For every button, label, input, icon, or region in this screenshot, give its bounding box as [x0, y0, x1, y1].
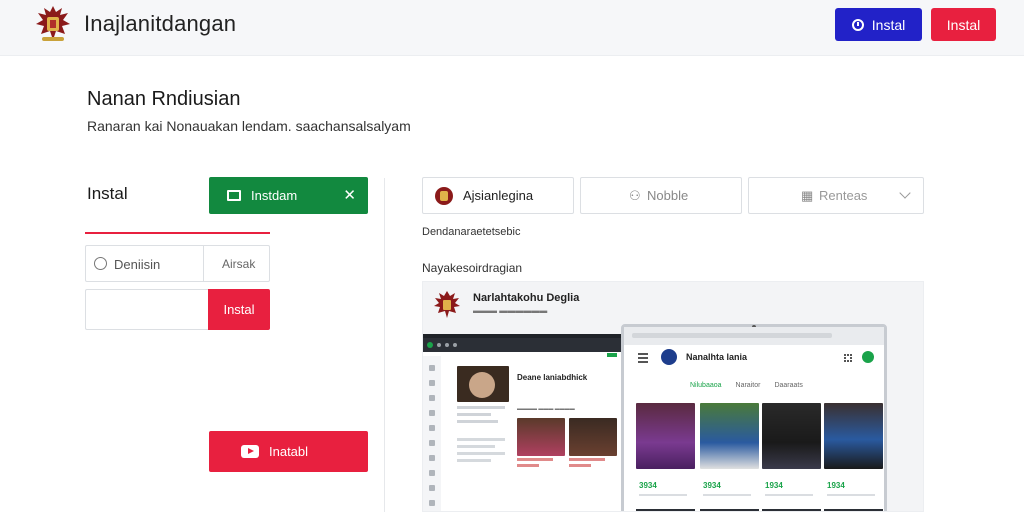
- description-text: Dendanaraetetsebic: [422, 226, 521, 238]
- featured-meta: [457, 406, 505, 427]
- youtube-play-icon: [241, 445, 259, 458]
- price-lines: [517, 458, 553, 470]
- install-green-button[interactable]: Instdam ✕: [209, 177, 368, 214]
- product-line: [639, 494, 687, 496]
- grid-icon: [844, 354, 852, 362]
- product-price: 3934: [639, 481, 657, 490]
- toolbar-dot: [445, 343, 449, 347]
- laptop-heading: Deane laniabdhick: [517, 373, 588, 382]
- top-header: Inajlanitdangan Instal Instal: [0, 0, 1024, 56]
- thumbnail-image: [569, 418, 617, 456]
- tablet-tab: Naraitor: [735, 382, 761, 389]
- tab-renteas[interactable]: ▦ Renteas: [748, 177, 924, 214]
- toolbar-dot: [437, 343, 441, 347]
- sidebar-icon: [429, 395, 435, 401]
- page-title: Nanan Rndiusian: [87, 88, 241, 110]
- product-card: 1934: [824, 403, 883, 503]
- status-icon: [862, 351, 874, 363]
- sidebar-icon: [429, 485, 435, 491]
- product-line: [703, 494, 751, 496]
- product-price: 1934: [765, 481, 783, 490]
- option-divider: [203, 246, 204, 281]
- page-subtitle: Ranaran kai Nonauakan lendam. saachansal…: [87, 118, 411, 134]
- product-price: 3934: [703, 481, 721, 490]
- sidebar-icon: [429, 440, 435, 446]
- laptop-accent: [607, 353, 617, 357]
- preview-subtitle: ▬▬▬ ▬▬▬▬▬▬: [473, 306, 548, 315]
- thumbnail-image: [517, 418, 565, 456]
- install-heading: Instal: [87, 184, 128, 203]
- product-line: [827, 494, 875, 496]
- install-primary-label: Instal: [871, 16, 906, 33]
- preview-title: Narlahtakohu Deglia: [473, 292, 580, 304]
- install-primary-button[interactable]: Instal: [835, 8, 922, 41]
- laptop-meta-text: ▬▬▬▬ ▬▬▬ ▬▬▬▬: [517, 406, 575, 412]
- section-label: Nayakesoirdragian: [422, 261, 523, 275]
- tablet-mockup: Nanalhta lania Nilubaaoa Naraitor Daaraa…: [621, 324, 890, 511]
- tablet-tab: Nilubaaoa: [690, 382, 722, 389]
- featured-image: [457, 366, 509, 402]
- status-dot: [427, 342, 433, 348]
- crest-icon: [435, 186, 453, 205]
- sidebar-icon: [429, 425, 435, 431]
- coat-of-arms-logo: [36, 6, 70, 41]
- toolbar-dot: [453, 343, 457, 347]
- crest-icon: [661, 349, 677, 365]
- sidebar-icon: [429, 455, 435, 461]
- mail-icon: [227, 190, 241, 201]
- sidebar-icon: [429, 380, 435, 386]
- tab-ajsianlegina[interactable]: Ajsianlegina: [422, 177, 574, 214]
- sidebar-icon: [429, 365, 435, 371]
- chevron-down-icon[interactable]: [899, 187, 911, 199]
- app-preview: Narlahtakohu Deglia ▬▬▬ ▬▬▬▬▬▬ Deane lan…: [422, 281, 924, 512]
- power-icon: [851, 18, 864, 31]
- close-icon[interactable]: ✕: [343, 186, 356, 204]
- youtube-install-button[interactable]: Inatabl: [209, 431, 368, 472]
- sidebar-icon: [429, 470, 435, 476]
- tablet-address-bar: [624, 327, 884, 345]
- tab-nobble[interactable]: ⚇ Nobble: [580, 177, 742, 214]
- radio-icon[interactable]: [94, 257, 107, 270]
- input-install-button[interactable]: Instal: [208, 289, 270, 330]
- option-value[interactable]: Airsak: [222, 257, 255, 271]
- option-row[interactable]: Deniisin Airsak: [85, 245, 270, 282]
- coat-of-arms-icon: [434, 291, 460, 318]
- product-image: [700, 403, 759, 469]
- sidebar-icon: [429, 500, 435, 506]
- red-divider: [85, 232, 270, 234]
- laptop-mockup: Deane laniabdhick ▬▬▬▬ ▬▬▬ ▬▬▬▬: [423, 334, 623, 511]
- tablet-tabs: Nilubaaoa Naraitor Daaraats: [690, 382, 890, 389]
- sidebar-icon: [429, 410, 435, 416]
- product-image: [824, 403, 883, 469]
- tab-label: Ajsianlegina: [463, 188, 534, 203]
- panel-divider: [384, 178, 385, 512]
- app-title: Inajlanitdangan: [84, 11, 237, 36]
- product-price: 1934: [827, 481, 845, 490]
- laptop-toolbar: [423, 338, 623, 352]
- price-lines: [569, 458, 605, 470]
- product-image: [762, 403, 821, 469]
- product-card: 3934: [636, 403, 695, 503]
- people-icon: ⚇: [629, 187, 641, 203]
- option-label: Deniisin: [114, 257, 161, 272]
- calendar-icon: ▦: [801, 187, 814, 203]
- install-secondary-button[interactable]: Instal: [931, 8, 996, 41]
- text-input[interactable]: [85, 289, 208, 330]
- tablet-title: Nanalhta lania: [686, 352, 748, 362]
- laptop-list: [457, 438, 505, 466]
- tab-label: Nobble: [647, 188, 689, 203]
- tab-label: Renteas: [819, 188, 868, 203]
- product-card: 3934: [700, 403, 759, 503]
- product-image: [636, 403, 695, 469]
- tablet-tab: Daaraats: [774, 382, 803, 389]
- product-card: 1934: [762, 403, 821, 503]
- product-line: [765, 494, 813, 496]
- hamburger-menu-icon: [638, 353, 648, 365]
- youtube-install-label: Inatabl: [269, 444, 309, 459]
- install-green-label: Instdam: [251, 188, 298, 203]
- laptop-sidebar: [423, 356, 441, 511]
